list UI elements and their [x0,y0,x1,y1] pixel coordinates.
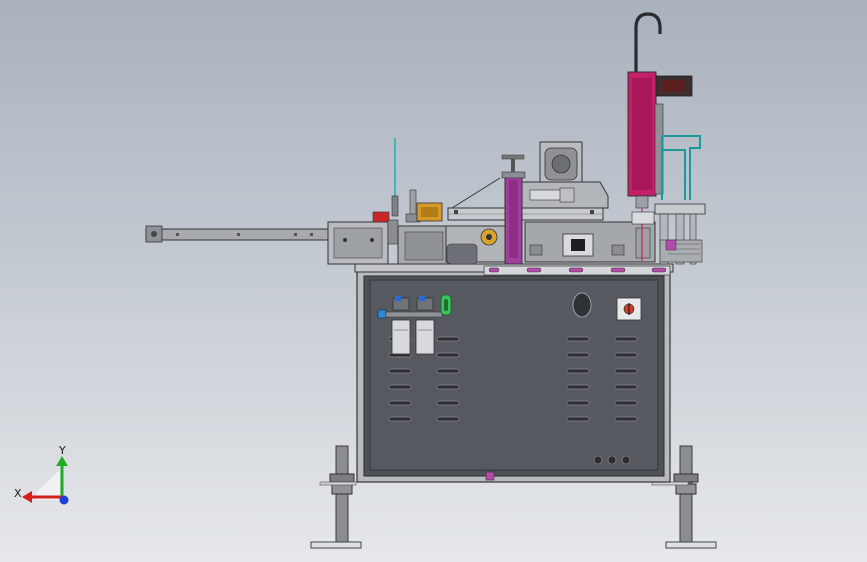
x-axis-label: X [14,487,22,500]
machine-assembly-drawing: Y X [14,12,717,549]
upper-gear-housing [521,141,609,209]
green-indicator-lamp [440,294,452,316]
coordinate-triad: Y X [14,444,69,505]
x-axis-arrowhead [22,491,32,503]
cabinet-hinge [485,471,495,481]
cad-viewport[interactable]: Y X [0,0,867,562]
purple-lift-column [501,154,526,265]
z-axis-dot [59,495,69,505]
oval-inspection-port [572,292,592,318]
selector-switch [616,297,642,321]
teal-support-bracket [661,135,701,200]
lower-drive-block [524,221,656,263]
orange-valve-block [416,202,443,222]
central-frame [397,225,507,265]
feed-conveyor-arm [145,211,399,265]
left-leveling-foot [310,445,362,549]
y-axis-arrowhead [56,456,68,466]
teal-sensor-probe [391,138,399,217]
y-axis-label: Y [58,444,66,457]
control-buttons [593,455,631,465]
